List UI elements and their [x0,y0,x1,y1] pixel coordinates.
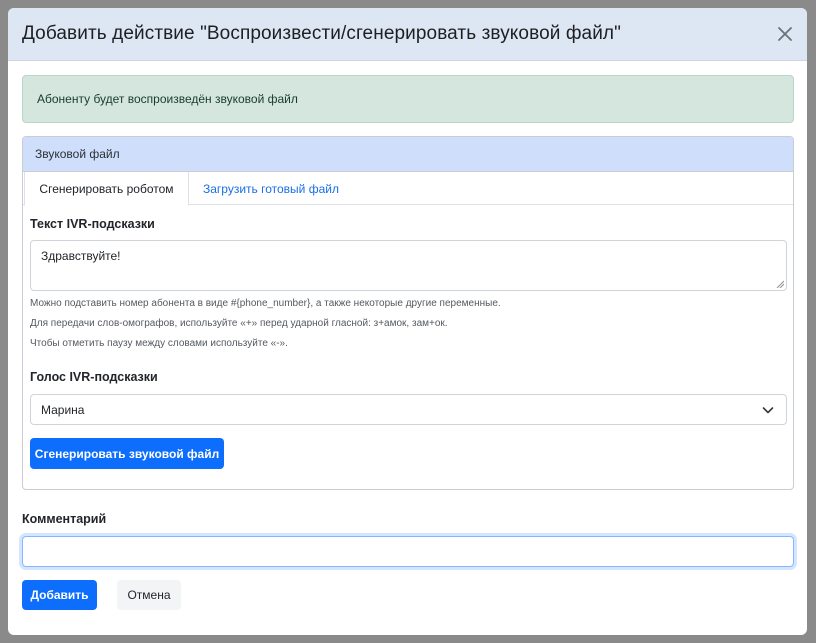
voice-selected-value: Марина [41,402,85,417]
ivr-text-textarea[interactable]: Здравствуйте! [30,240,787,291]
close-icon [778,27,792,41]
voice-label: Голос IVR-подсказки [30,370,158,384]
add-button[interactable]: Добавить [22,580,97,610]
card-header-title: Звуковой файл [35,147,120,161]
tab-label: Сгенерировать роботом [39,181,174,196]
modal-title: Добавить действие "Воспроизвести/сгенери… [22,23,621,44]
card-header: Звуковой файл [23,137,793,172]
comment-input[interactable] [22,536,794,567]
hint-line-1: Можно подставить номер абонента в виде #… [30,298,501,309]
resize-grip-icon[interactable] [776,280,784,288]
tab-upload-file[interactable]: Загрузить готовый файл [191,172,351,205]
tabs-bar: Сгенерировать роботом Загрузить готовый … [23,172,793,206]
ivr-text-label: Текст IVR-подсказки [30,217,155,231]
generate-sound-button[interactable]: Сгенерировать звуковой файл [30,438,224,469]
modal-dialog: Добавить действие "Воспроизвести/сгенери… [8,8,807,635]
hint-line-2: Для передачи слов-омографов, используйте… [30,318,448,329]
close-button[interactable] [773,22,797,46]
info-alert: Абоненту будет воспроизведён звуковой фа… [22,75,794,123]
ivr-text-value: Здравствуйте! [41,249,121,263]
modal-header: Добавить действие "Воспроизвести/сгенери… [8,8,807,61]
chevron-down-icon [762,407,774,414]
hint-line-3: Чтобы отметить паузу между словами испол… [30,338,288,349]
tab-label: Загрузить готовый файл [203,181,339,196]
voice-select[interactable]: Марина [30,394,787,425]
alert-text: Абоненту будет воспроизведён звуковой фа… [37,92,298,106]
sound-file-card: Звуковой файл Сгенерировать роботом Загр… [22,136,794,490]
tab-generate-robot[interactable]: Сгенерировать роботом [24,172,189,206]
cancel-button[interactable]: Отмена [117,580,181,610]
comment-label: Комментарий [22,512,107,526]
